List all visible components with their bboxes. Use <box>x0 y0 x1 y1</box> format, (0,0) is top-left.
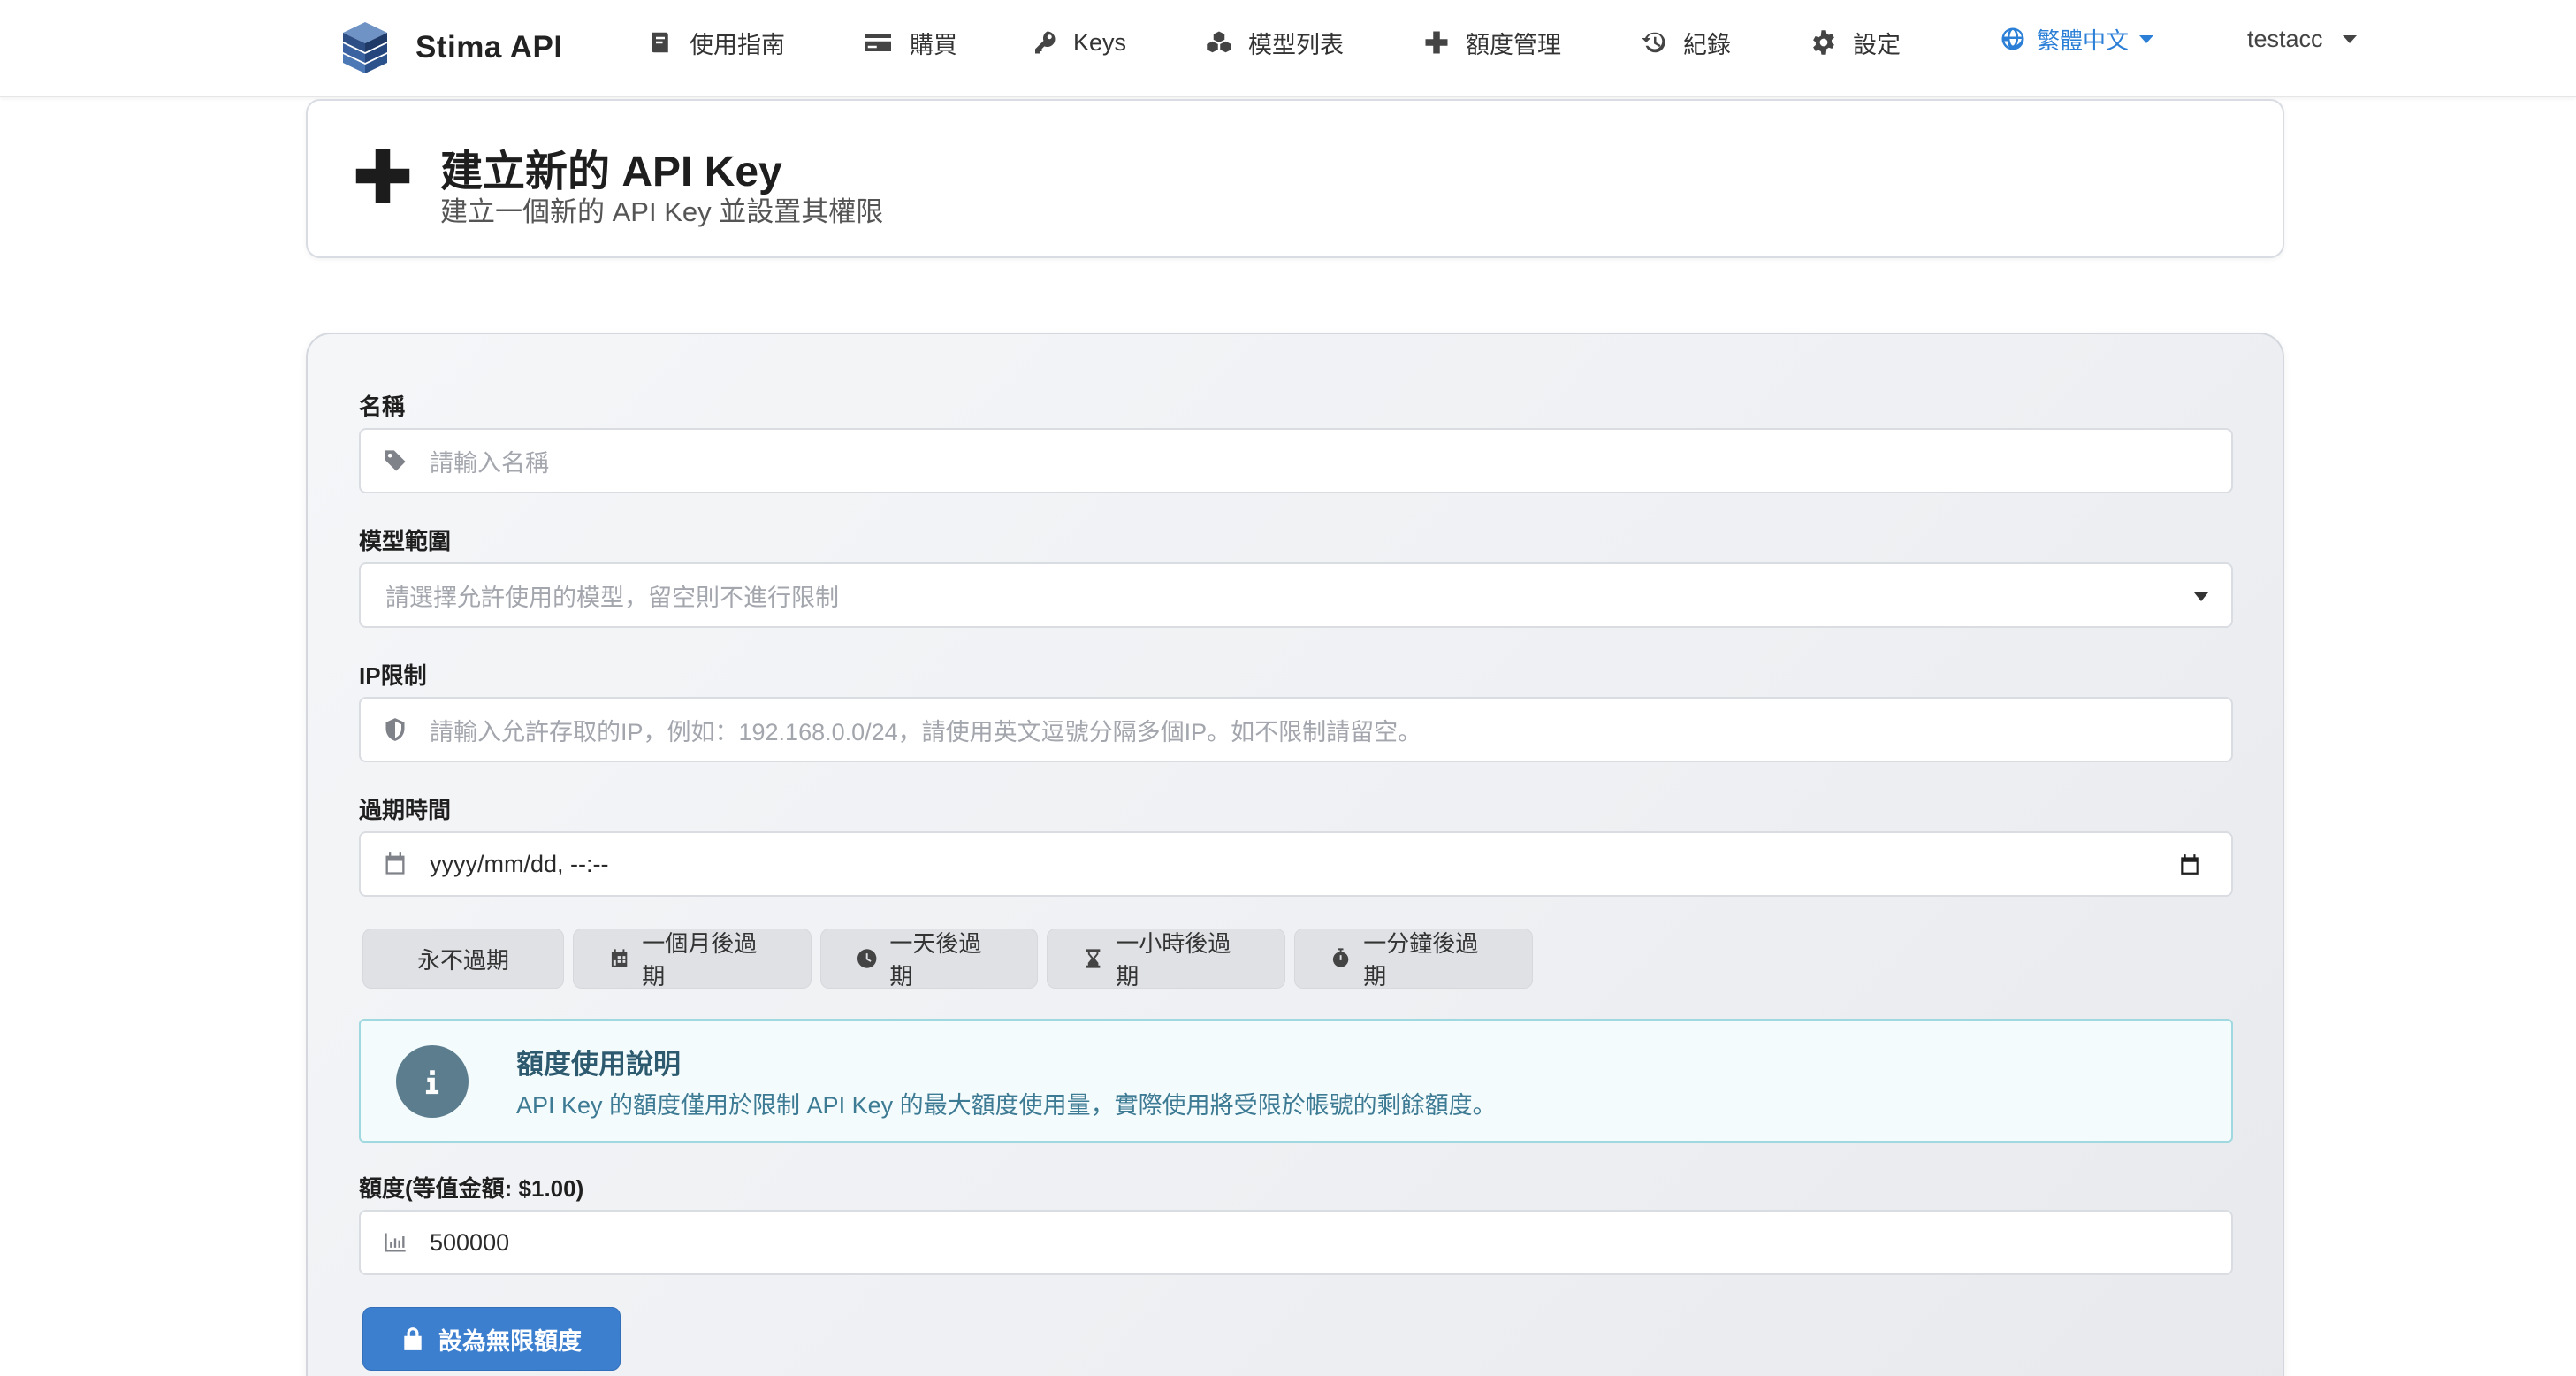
key-icon <box>1031 29 1057 56</box>
page-header-card: 建立新的 API Key 建立一個新的 API Key 並設置其權限 <box>306 99 2284 258</box>
hourglass-icon <box>1086 949 1101 968</box>
nav-item-models[interactable]: 模型列表 <box>1206 25 1344 60</box>
info-title: 額度使用說明 <box>516 1049 681 1080</box>
ip-limit-placeholder: 請輸入允許存取的IP，例如：192.168.0.0/24，請使用英文逗號分隔多個… <box>430 718 1422 745</box>
calendar-icon <box>611 949 628 967</box>
quick-expiry-buttons: 永不過期 一個月後過期 一天後過期 一小時後過期 一分鐘後過期 <box>362 929 1542 990</box>
nav-item-history[interactable]: 紀錄 <box>1641 25 1731 60</box>
expiry-datetime-input[interactable]: yyyy/mm/dd, --:-- <box>359 831 2233 897</box>
button-label: 一分鐘後過期 <box>1363 930 1479 990</box>
credit-card-icon <box>862 29 894 56</box>
quota-value: 500000 <box>430 1228 510 1256</box>
username: testacc <box>2247 25 2323 52</box>
stopwatch-icon <box>1332 948 1349 967</box>
expire-one-day-button[interactable]: 一天後過期 <box>820 929 1038 990</box>
nav-item-label: 使用指南 <box>690 31 785 58</box>
nav-item-guide[interactable]: 使用指南 <box>647 25 785 60</box>
nav-item-settings[interactable]: 設定 <box>1810 25 1901 60</box>
button-label: 一天後過期 <box>889 930 982 990</box>
nav-item-label: Keys <box>1073 28 1127 56</box>
calendar-picker-icon[interactable] <box>2178 852 2201 877</box>
nav-item-purchase[interactable]: 購買 <box>862 25 957 60</box>
button-label: 一個月後過期 <box>642 930 758 990</box>
history-icon <box>1641 29 1667 56</box>
page-subtitle: 建立一個新的 API Key 並設置其權限 <box>440 196 884 227</box>
quota-info-alert: 額度使用說明 API Key 的額度僅用於限制 API Key 的最大額度使用量… <box>359 1019 2233 1143</box>
nav-item-label: 額度管理 <box>1466 31 1561 58</box>
name-placeholder: 請輸入名稱 <box>430 449 549 477</box>
top-navbar: Stima API 使用指南 購買 Keys 模型列表 額度管理 紀錄 設定 繁… <box>0 0 2576 97</box>
set-unlimited-quota-button[interactable]: 設為無限額度 <box>362 1307 621 1371</box>
brand[interactable]: Stima API <box>339 16 563 80</box>
button-label: 設為無限額度 <box>438 1327 582 1355</box>
button-label: 一小時後過期 <box>1116 930 1231 990</box>
plus-icon <box>1423 29 1450 56</box>
button-label: 永不過期 <box>416 946 509 974</box>
stacked-cubes-logo <box>343 22 387 73</box>
name-input[interactable]: 請輸入名稱 <box>359 428 2233 493</box>
chevron-down-icon <box>2139 34 2154 43</box>
model-scope-label: 模型範圍 <box>359 528 452 554</box>
ip-limit-label: IP限制 <box>359 662 427 689</box>
nav-item-label: 購買 <box>910 31 957 58</box>
expire-one-minute-button[interactable]: 一分鐘後過期 <box>1294 929 1533 990</box>
nav-item-label: 設定 <box>1853 31 1901 58</box>
expiry-label: 過期時間 <box>359 797 452 823</box>
nav-item-keys[interactable]: Keys <box>1031 25 1126 60</box>
quota-input[interactable]: 500000 <box>359 1210 2233 1275</box>
lock-icon <box>404 1327 422 1350</box>
expire-one-month-button[interactable]: 一個月後過期 <box>573 929 812 990</box>
info-text: API Key 的額度僅用於限制 API Key 的最大額度使用量，實際使用將受… <box>516 1092 1497 1119</box>
plus-icon <box>355 149 410 203</box>
shield-icon <box>380 715 410 745</box>
create-key-form: 名稱 請輸入名稱 模型範圍 請選擇允許使用的模型，留空則不進行限制 IP限制 請… <box>306 333 2284 1376</box>
language-label: 繁體中文 <box>2037 27 2130 54</box>
nav-item-label: 紀錄 <box>1683 31 1731 58</box>
book-icon <box>647 29 674 56</box>
quota-label: 額度(等值金額: $1.00) <box>359 1175 584 1202</box>
info-icon <box>396 1045 469 1118</box>
bar-chart-icon <box>380 1227 410 1258</box>
tag-icon <box>380 446 410 476</box>
name-label: 名稱 <box>359 394 406 420</box>
globe-icon <box>2000 26 2026 52</box>
never-expire-button[interactable]: 永不過期 <box>362 929 564 989</box>
expiry-value: yyyy/mm/dd, --:-- <box>430 850 609 877</box>
nav-item-quota[interactable]: 額度管理 <box>1423 25 1561 60</box>
expire-one-hour-button[interactable]: 一小時後過期 <box>1047 929 1285 990</box>
user-menu[interactable]: testacc <box>2247 21 2357 57</box>
model-scope-placeholder: 請選擇允許使用的模型，留空則不進行限制 <box>385 584 839 611</box>
gear-icon <box>1810 29 1837 56</box>
chevron-down-icon <box>2194 592 2208 601</box>
model-scope-select[interactable]: 請選擇允許使用的模型，留空則不進行限制 <box>359 562 2233 628</box>
language-dropdown[interactable]: 繁體中文 <box>2000 21 2154 57</box>
ip-limit-input[interactable]: 請輸入允許存取的IP，例如：192.168.0.0/24，請使用英文逗號分隔多個… <box>359 697 2233 762</box>
brand-name: Stima API <box>415 30 563 65</box>
nav-item-label: 模型列表 <box>1248 31 1344 58</box>
clock-icon <box>857 949 877 968</box>
calendar-icon <box>380 849 410 879</box>
cubes-icon <box>1206 29 1232 56</box>
chevron-down-icon <box>2342 34 2357 43</box>
